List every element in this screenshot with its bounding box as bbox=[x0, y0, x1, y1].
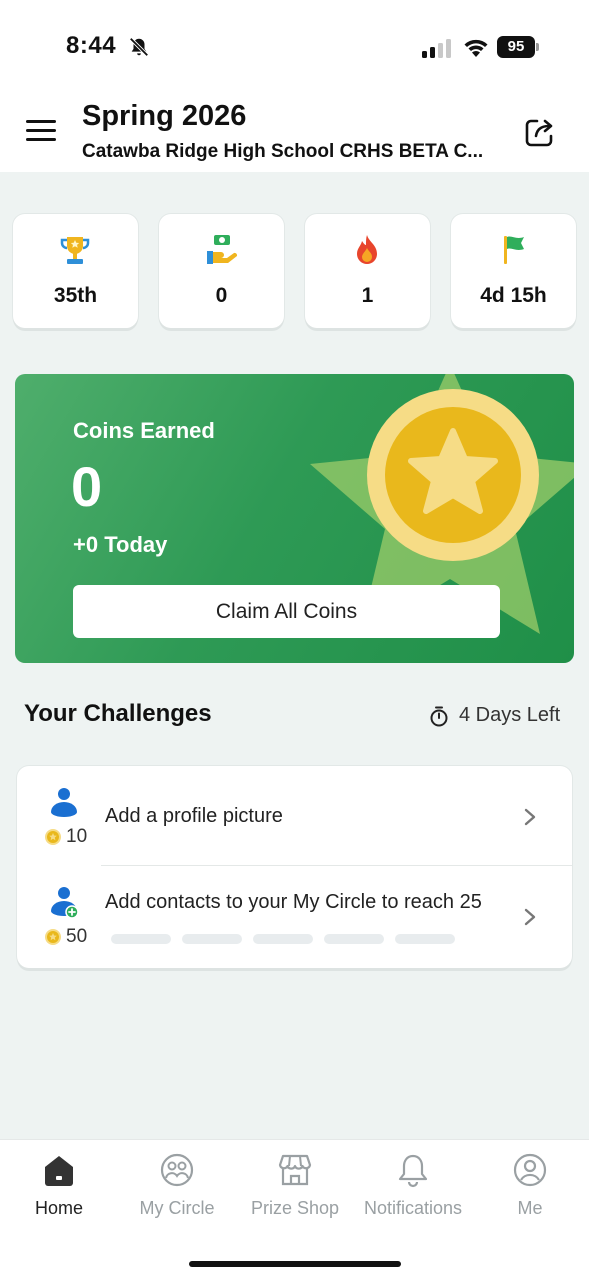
nav-label: Notifications bbox=[363, 1198, 463, 1218]
stat-value: 1 bbox=[361, 284, 374, 307]
nav-label: Prize Shop bbox=[250, 1198, 340, 1218]
bell-icon bbox=[398, 1154, 428, 1188]
challenge-progress-bar bbox=[111, 934, 456, 944]
home-icon bbox=[45, 1156, 73, 1186]
stat-card-deadline[interactable]: 4d 15h bbox=[451, 214, 576, 328]
progress-segment bbox=[182, 934, 242, 944]
nav-label: Home bbox=[34, 1198, 83, 1218]
challenge-points: 50 bbox=[66, 926, 88, 947]
coin-icon bbox=[45, 829, 61, 845]
trophy-icon bbox=[60, 237, 90, 264]
challenges-title: Your Challenges bbox=[24, 700, 212, 727]
nav-home[interactable]: Home bbox=[0, 1152, 118, 1232]
challenges-list: 10 Add a profile picture 50 Add contacts… bbox=[17, 766, 572, 968]
nav-label: Me bbox=[517, 1198, 543, 1218]
stat-value: 35th bbox=[53, 284, 98, 307]
progress-segment bbox=[324, 934, 384, 944]
nav-my-circle[interactable]: My Circle bbox=[118, 1152, 236, 1232]
coin-star-icon bbox=[367, 389, 539, 561]
coin-icon bbox=[45, 929, 61, 945]
chevron-right-icon bbox=[524, 908, 536, 926]
bell-muted-icon bbox=[129, 37, 149, 57]
status-bar: 8:44 95 bbox=[0, 0, 589, 90]
add-person-icon bbox=[51, 887, 79, 919]
progress-segment bbox=[395, 934, 455, 944]
circle-people-icon bbox=[160, 1153, 194, 1187]
app-header: Spring 2026 Catawba Ridge High School CR… bbox=[0, 90, 589, 172]
home-indicator[interactable] bbox=[189, 1261, 401, 1267]
page-title: Spring 2026 bbox=[82, 100, 247, 132]
menu-line bbox=[26, 120, 56, 123]
stat-value: 4d 15h bbox=[480, 284, 547, 307]
share-icon[interactable] bbox=[522, 114, 558, 150]
profile-icon bbox=[513, 1153, 547, 1187]
stat-card-streak[interactable]: 1 bbox=[305, 214, 430, 328]
coins-today: +0 Today bbox=[73, 532, 168, 557]
coin-hand-icon bbox=[207, 235, 238, 264]
coins-earned-card: Coins Earned 0 +0 Today Claim All Coins bbox=[15, 374, 574, 663]
time-left: 4 Days Left bbox=[459, 704, 561, 726]
flame-icon bbox=[357, 235, 377, 264]
wifi-icon bbox=[464, 39, 488, 57]
stat-value: 0 bbox=[215, 284, 228, 307]
person-icon bbox=[51, 788, 77, 817]
challenge-item[interactable]: 10 Add a profile picture bbox=[17, 766, 572, 865]
stat-card-coins[interactable]: 0 bbox=[159, 214, 284, 328]
challenge-reward: 50 bbox=[45, 926, 105, 948]
bottom-nav: Home My Circle Prize Shop Notifications bbox=[0, 1139, 589, 1280]
flag-icon bbox=[504, 236, 524, 264]
progress-segment bbox=[111, 934, 171, 944]
menu-line bbox=[26, 138, 56, 141]
stats-row: 35th 0 1 4d 15h bbox=[13, 214, 576, 328]
menu-button[interactable] bbox=[26, 120, 56, 144]
challenge-text: Add a profile picture bbox=[105, 805, 283, 827]
challenges-timer: 4 Days Left bbox=[428, 704, 568, 728]
nav-prize-shop[interactable]: Prize Shop bbox=[236, 1152, 354, 1232]
challenge-item[interactable]: 50 Add contacts to your My Circle to rea… bbox=[17, 866, 572, 968]
stopwatch-icon bbox=[430, 706, 448, 727]
nav-notifications[interactable]: Notifications bbox=[354, 1152, 472, 1232]
nav-label: My Circle bbox=[139, 1198, 215, 1218]
chevron-right-icon bbox=[524, 808, 536, 826]
status-time: 8:44 bbox=[66, 32, 117, 59]
battery-nub bbox=[536, 43, 539, 51]
coins-amount: 0 bbox=[71, 455, 103, 518]
page-subtitle[interactable]: Catawba Ridge High School CRHS BETA C... bbox=[82, 141, 506, 163]
coins-label: Coins Earned bbox=[73, 418, 215, 443]
battery-indicator: 95 bbox=[497, 36, 535, 58]
nav-me[interactable]: Me bbox=[471, 1152, 589, 1232]
challenge-reward: 10 bbox=[45, 826, 105, 848]
stat-card-rank[interactable]: 35th bbox=[13, 214, 138, 328]
menu-line bbox=[26, 129, 56, 132]
signal-icon bbox=[422, 39, 451, 58]
challenge-text: Add contacts to your My Circle to reach … bbox=[105, 891, 482, 913]
claim-all-coins-button[interactable]: Claim All Coins bbox=[73, 585, 500, 638]
shop-icon bbox=[278, 1154, 312, 1186]
challenge-points: 10 bbox=[66, 826, 88, 847]
progress-segment bbox=[253, 934, 313, 944]
